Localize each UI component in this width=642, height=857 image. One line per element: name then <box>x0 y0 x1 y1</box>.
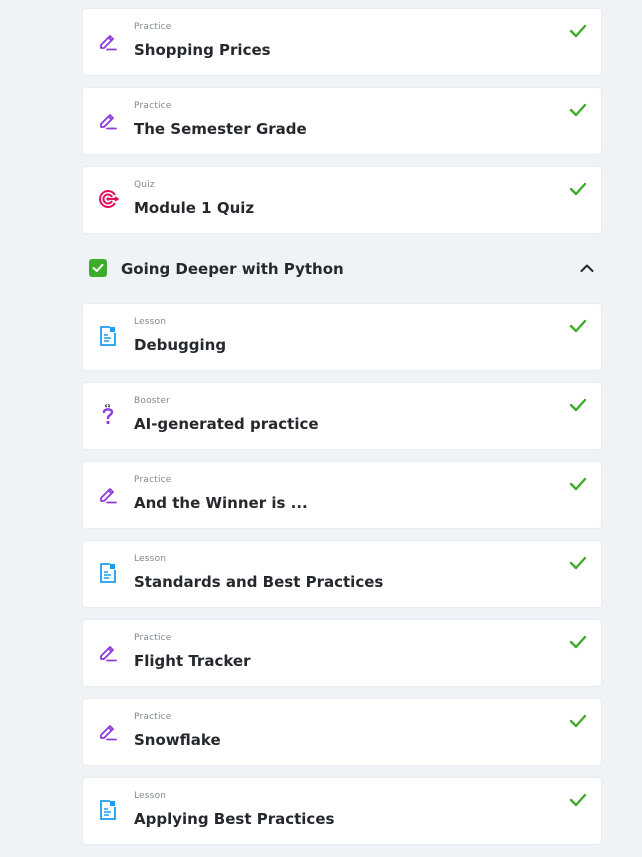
item-kind: Quiz <box>134 180 155 190</box>
document-icon <box>96 324 120 348</box>
checkmark-icon <box>569 792 587 808</box>
item-title: Module 1 Quiz <box>134 199 255 217</box>
document-icon <box>96 561 120 585</box>
item-title: Applying Best Practices <box>134 810 335 828</box>
checkmark-icon <box>569 318 587 334</box>
item-kind: Practice <box>134 101 172 111</box>
item-kind: Lesson <box>134 791 167 801</box>
section-title: Going Deeper with Python <box>121 260 344 278</box>
pencil-icon <box>96 482 120 506</box>
list-item-lesson[interactable]: Lesson Standards and Best Practices <box>83 541 601 607</box>
pencil-icon <box>96 719 120 743</box>
pencil-icon <box>96 29 120 53</box>
item-kind: Practice <box>134 712 172 722</box>
item-title: Standards and Best Practices <box>134 573 384 591</box>
list-item-practice[interactable]: Practice Flight Tracker <box>83 620 601 686</box>
item-kind: Practice <box>134 633 172 643</box>
pencil-icon <box>96 640 120 664</box>
item-kind: Lesson <box>134 317 167 327</box>
checkmark-icon <box>569 23 587 39</box>
section-header[interactable]: Going Deeper with Python <box>83 246 601 294</box>
checkmark-icon <box>569 713 587 729</box>
checkmark-icon <box>569 397 587 413</box>
item-title: Snowflake <box>134 731 221 749</box>
module-content-list: Practice Shopping Prices Practice The Se… <box>83 9 601 857</box>
list-item-quiz[interactable]: Quiz Module 1 Quiz <box>83 167 601 233</box>
document-icon <box>96 798 120 822</box>
checkmark-icon <box>569 634 587 650</box>
checkmark-icon <box>569 181 587 197</box>
checkbox-checked-icon <box>89 259 107 277</box>
item-title: Flight Tracker <box>134 652 251 670</box>
item-title: The Semester Grade <box>134 120 307 138</box>
item-kind: Booster <box>134 396 171 406</box>
item-kind: Practice <box>134 22 172 32</box>
checkmark-icon <box>569 102 587 118</box>
list-item-lesson[interactable]: Lesson Applying Best Practices <box>83 778 601 844</box>
item-kind: Practice <box>134 475 172 485</box>
checkmark-icon <box>569 555 587 571</box>
item-title: AI-generated practice <box>134 415 319 433</box>
checkmark-icon <box>569 476 587 492</box>
list-item-practice[interactable]: Practice Shopping Prices <box>83 9 601 75</box>
list-item-booster[interactable]: Booster AI-generated practice <box>83 383 601 449</box>
list-item-practice[interactable]: Practice The Semester Grade <box>83 88 601 154</box>
item-title: Shopping Prices <box>134 41 271 59</box>
target-icon <box>96 187 120 211</box>
list-item-practice[interactable]: Practice And the Winner is ... <box>83 462 601 528</box>
question-mark-icon <box>96 403 120 427</box>
chevron-up-icon[interactable] <box>579 260 595 276</box>
list-item-practice[interactable]: Practice Snowflake <box>83 699 601 765</box>
list-item-lesson[interactable]: Lesson Debugging <box>83 304 601 370</box>
pencil-icon <box>96 108 120 132</box>
item-title: Debugging <box>134 336 227 354</box>
item-title: And the Winner is ... <box>134 494 308 512</box>
item-kind: Lesson <box>134 554 167 564</box>
